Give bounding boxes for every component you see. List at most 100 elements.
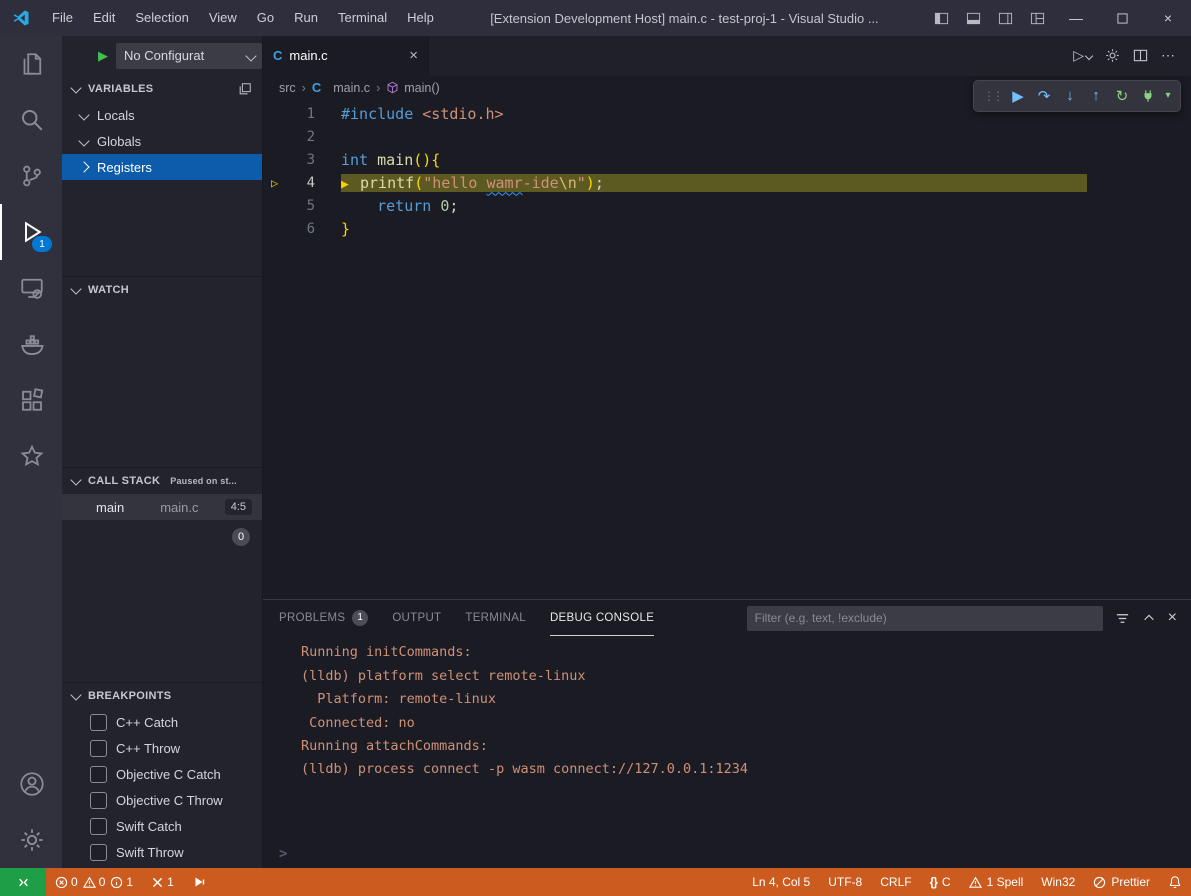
menu-selection[interactable]: Selection	[125, 0, 198, 36]
step-over-button[interactable]: ↷	[1032, 83, 1056, 109]
debug-current-line-gutter-arrow[interactable]: ▷	[263, 176, 289, 190]
activity-item-settings[interactable]	[0, 812, 62, 868]
console-input-chevron[interactable]: >	[279, 846, 287, 862]
line-number[interactable]: 6	[289, 221, 315, 237]
panel-tab-terminal[interactable]: TERMINAL	[465, 600, 526, 636]
drag-grip-icon[interactable]: ⋮⋮	[980, 83, 1004, 109]
variables-section-action-icon[interactable]	[238, 82, 252, 96]
checkbox-unchecked[interactable]	[90, 818, 107, 835]
activity-item-account[interactable]	[0, 756, 62, 812]
maximize-panel-chevron-up-icon[interactable]	[1142, 611, 1156, 625]
breakpoint-item-swift-throw[interactable]: Swift Throw	[62, 839, 262, 865]
variables-item-registers[interactable]: Registers	[62, 154, 262, 180]
breakpoints-section-header[interactable]: BREAKPOINTS	[62, 682, 262, 709]
variables-item-globals[interactable]: Globals	[62, 128, 262, 154]
disconnect-button[interactable]	[1136, 83, 1160, 109]
breakpoint-item-swift-catch[interactable]: Swift Catch	[62, 813, 262, 839]
debug-status[interactable]	[183, 868, 215, 896]
line-number[interactable]: 5	[289, 198, 315, 214]
breadcrumb-symbol[interactable]: main()	[386, 81, 439, 95]
checkbox-unchecked[interactable]	[90, 792, 107, 809]
variables-section-header[interactable]: VARIABLES	[62, 76, 262, 102]
activity-item-star[interactable]	[0, 428, 62, 484]
breakpoint-item-objective-c-catch[interactable]: Objective C Catch	[62, 761, 262, 787]
editor-settings-gear-icon[interactable]	[1105, 48, 1120, 63]
activity-item-source-control[interactable]	[0, 148, 62, 204]
menu-terminal[interactable]: Terminal	[328, 0, 397, 36]
notifications-bell-icon[interactable]	[1159, 868, 1191, 896]
activity-item-extensions[interactable]	[0, 372, 62, 428]
debug-toolbar-chevron-icon[interactable]: ▾	[1162, 83, 1174, 109]
menu-file[interactable]: File	[42, 0, 83, 36]
customize-layout-button[interactable]	[1021, 0, 1053, 36]
menu-run[interactable]: Run	[284, 0, 328, 36]
filter-lines-icon[interactable]	[1115, 611, 1130, 626]
code-line[interactable]: 6}	[263, 218, 1191, 241]
eol-indicator[interactable]: CRLF	[871, 868, 920, 896]
remote-indicator[interactable]	[0, 868, 46, 896]
close-button[interactable]: ×	[1145, 0, 1191, 36]
continue-button[interactable]: ▶	[1006, 83, 1030, 109]
tab-main-c[interactable]: C main.c ×	[263, 36, 429, 76]
menu-help[interactable]: Help	[397, 0, 444, 36]
checkbox-unchecked[interactable]	[90, 714, 107, 731]
toggle-secondary-sidebar-button[interactable]	[989, 0, 1021, 36]
problems-status[interactable]: 0 0 1	[46, 868, 142, 896]
call-stack-frame-row[interactable]: main main.c 4:5	[62, 494, 262, 520]
line-number[interactable]: 3	[289, 152, 315, 168]
breakpoint-item-objective-c-throw[interactable]: Objective C Throw	[62, 787, 262, 813]
debug-console-output[interactable]: Running initCommands:(lldb) platform sel…	[263, 636, 1191, 868]
checkbox-unchecked[interactable]	[90, 740, 107, 757]
breadcrumb-file[interactable]: C main.c	[312, 80, 370, 95]
panel-tab-problems[interactable]: PROBLEMS1	[279, 600, 368, 636]
code-line[interactable]: ▷4▶printf("hello wamr-ide\n");	[263, 172, 1191, 195]
activity-item-explorer[interactable]	[0, 36, 62, 92]
breadcrumb-src[interactable]: src	[279, 81, 296, 95]
breakpoint-item-c-catch[interactable]: C++ Catch	[62, 709, 262, 735]
vscode-logo-icon	[12, 9, 30, 27]
line-number[interactable]: 4	[289, 175, 315, 191]
code-line[interactable]: 3int main(){	[263, 149, 1191, 172]
menu-go[interactable]: Go	[247, 0, 284, 36]
checkbox-unchecked[interactable]	[90, 766, 107, 783]
call-stack-section-header[interactable]: CALL STACK Paused on st...	[62, 467, 262, 494]
toggle-primary-sidebar-button[interactable]	[925, 0, 957, 36]
tab-close-icon[interactable]: ×	[409, 47, 418, 64]
menu-edit[interactable]: Edit	[83, 0, 125, 36]
panel-tab-output[interactable]: OUTPUT	[392, 600, 441, 636]
activity-item-run-and-debug[interactable]: 1	[0, 204, 62, 260]
panel-tab-debug-console[interactable]: DEBUG CONSOLE	[550, 600, 654, 636]
encoding-indicator[interactable]: UTF-8	[819, 868, 871, 896]
activity-item-remote-explorer[interactable]	[0, 260, 62, 316]
toolchain-status[interactable]: 1	[142, 868, 183, 896]
restart-button[interactable]: ↻	[1110, 83, 1134, 109]
minimize-button[interactable]: —	[1053, 0, 1099, 36]
split-editor-icon[interactable]	[1133, 48, 1148, 63]
watch-section-header[interactable]: WATCH	[62, 276, 262, 303]
breakpoint-item-c-throw[interactable]: C++ Throw	[62, 735, 262, 761]
formatter-status[interactable]: Prettier	[1084, 868, 1159, 896]
language-mode[interactable]: {} C	[921, 868, 960, 896]
maximize-button[interactable]	[1099, 0, 1145, 36]
cursor-position[interactable]: Ln 4, Col 5	[743, 868, 819, 896]
activity-item-search[interactable]	[0, 92, 62, 148]
checkbox-unchecked[interactable]	[90, 844, 107, 861]
menu-view[interactable]: View	[199, 0, 247, 36]
start-debugging-button[interactable]: ▶	[98, 48, 108, 64]
debug-configuration-select[interactable]: No Configurat	[116, 43, 262, 69]
spell-checker-status[interactable]: 1 Spell	[960, 868, 1033, 896]
line-number[interactable]: 2	[289, 129, 315, 145]
platform-indicator[interactable]: Win32	[1032, 868, 1084, 896]
toggle-panel-button[interactable]	[957, 0, 989, 36]
run-file-button[interactable]: ▷	[1073, 47, 1092, 64]
activity-item-docker[interactable]	[0, 316, 62, 372]
step-into-button[interactable]: ↓	[1058, 83, 1082, 109]
code-line[interactable]: 2	[263, 126, 1191, 149]
line-number[interactable]: 1	[289, 106, 315, 122]
more-actions-icon[interactable]: ⋯	[1161, 47, 1175, 64]
code-line[interactable]: 5 return 0;	[263, 195, 1191, 218]
close-panel-icon[interactable]: ×	[1168, 609, 1177, 627]
step-out-button[interactable]: ↑	[1084, 83, 1108, 109]
console-filter-input[interactable]	[747, 606, 1103, 631]
variables-item-locals[interactable]: Locals	[62, 102, 262, 128]
